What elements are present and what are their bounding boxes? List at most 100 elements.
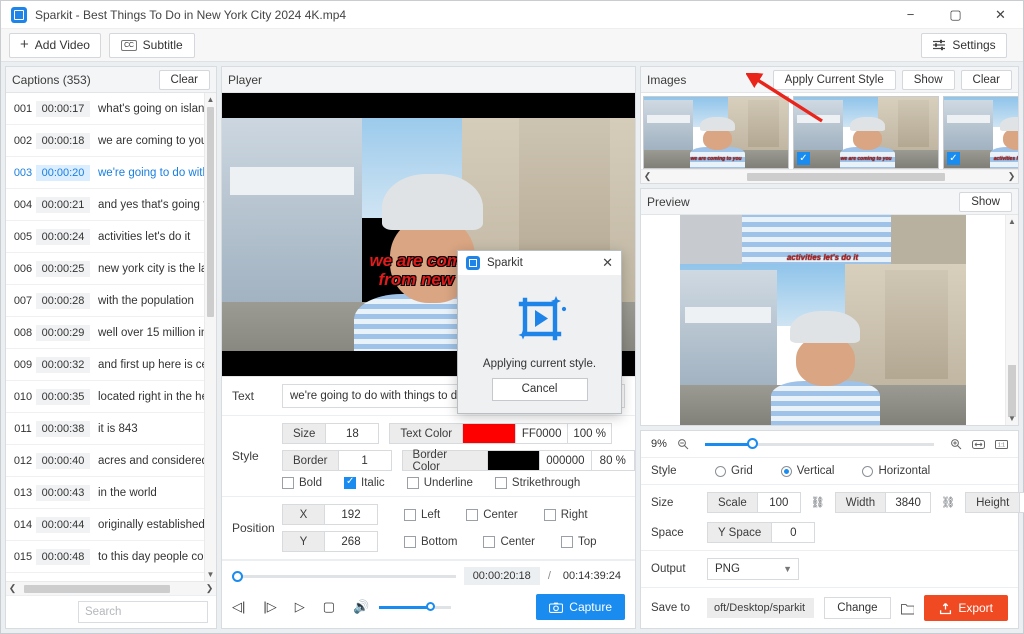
zoom-slider-knob[interactable] (747, 438, 758, 449)
images-horizontal-scrollbar[interactable]: ❮ ❯ (641, 169, 1018, 183)
caption-row[interactable]: 01500:00:48to this day people come (6, 541, 204, 573)
settings-button[interactable]: Settings (921, 33, 1007, 58)
scrollbar-thumb[interactable] (207, 107, 214, 317)
caption-row[interactable]: 00500:00:24activities let's do it (6, 221, 204, 253)
style-option-grid[interactable]: Grid (715, 465, 753, 477)
caption-row[interactable]: 01300:00:43in the world (6, 477, 204, 509)
text-color-hex[interactable]: FF0000 (515, 424, 567, 443)
link-icon-2[interactable]: ⛓ (941, 496, 955, 509)
maximize-button[interactable]: ▢ (933, 1, 978, 29)
bold-checkbox[interactable]: Bold (282, 477, 322, 489)
scale-field[interactable]: Scale 100 (707, 492, 801, 513)
size-value[interactable]: 18 (326, 424, 378, 443)
height-field[interactable]: Height 12960 (965, 492, 1024, 513)
align-center-v-checkbox[interactable]: Center (483, 536, 535, 548)
y-space-field[interactable]: Y Space 0 (707, 522, 815, 543)
preview-show-button[interactable]: Show (959, 192, 1012, 212)
seek-knob[interactable] (232, 571, 243, 582)
strikethrough-checkbox[interactable]: Strikethrough (495, 477, 580, 489)
scroll-down-icon[interactable]: ▼ (205, 568, 216, 581)
thumbnail-strip[interactable]: we are coming to youwe are coming to you… (641, 93, 1018, 169)
scroll-up-icon[interactable]: ▲ (205, 93, 216, 106)
thumbnail-checkbox[interactable]: ✓ (947, 152, 960, 165)
capture-button[interactable]: Capture (536, 594, 625, 620)
border-color-opacity[interactable]: 80 % (591, 451, 634, 470)
preview-scrollbar[interactable]: ▲ ▼ (1005, 215, 1018, 425)
captions-clear-button[interactable]: Clear (159, 70, 210, 90)
border-field[interactable]: Border 1 (282, 450, 392, 471)
volume-icon[interactable]: 🔊 (353, 599, 369, 615)
height-value[interactable]: 12960 (1020, 493, 1024, 512)
step-forward-icon[interactable]: |▷ (263, 599, 276, 615)
caption-row[interactable]: 00300:00:20we're going to do with th (6, 157, 204, 189)
add-video-button[interactable]: + Add Video (9, 33, 101, 58)
seek-slider[interactable] (232, 575, 456, 578)
align-top-checkbox[interactable]: Top (561, 536, 597, 548)
images-clear-button[interactable]: Clear (961, 70, 1012, 90)
preview-body[interactable]: activities let's do it ▲ ▼ (641, 215, 1018, 425)
x-value[interactable]: 192 (325, 505, 377, 524)
text-color-swatch[interactable] (463, 424, 515, 443)
align-center-h-checkbox[interactable]: Center (466, 509, 518, 521)
images-scroll-right-icon[interactable]: ❯ (1005, 171, 1018, 182)
preview-scroll-down-icon[interactable]: ▼ (1006, 412, 1018, 425)
y-space-value[interactable]: 0 (772, 523, 814, 542)
stop-icon[interactable]: ▢ (323, 599, 335, 615)
border-color-field[interactable]: Border Color 000000 80 % (402, 450, 635, 471)
zoom-slider[interactable] (705, 443, 934, 446)
folder-icon[interactable] (901, 602, 915, 615)
step-back-icon[interactable]: ◁| (232, 599, 245, 615)
images-show-button[interactable]: Show (902, 70, 955, 90)
caption-row[interactable]: 00700:00:28with the population (6, 285, 204, 317)
align-bottom-checkbox[interactable]: Bottom (404, 536, 457, 548)
actual-size-icon[interactable]: 1:1 (995, 439, 1008, 450)
text-color-field[interactable]: Text Color FF0000 100 % (389, 423, 612, 444)
align-left-checkbox[interactable]: Left (404, 509, 440, 521)
caption-row[interactable]: 01100:00:38it is 843 (6, 413, 204, 445)
output-format-select[interactable]: PNG ▼ (707, 558, 799, 580)
captions-list[interactable]: 00100:00:17what's going on island h00200… (6, 93, 204, 581)
caption-row[interactable]: 01600:00:50to central park to escape (6, 573, 204, 581)
link-icon-1[interactable]: ⛓ (811, 496, 825, 509)
italic-checkbox[interactable]: Italic (344, 477, 385, 489)
zoom-out-icon[interactable] (677, 438, 689, 450)
hscrollbar-thumb[interactable] (24, 585, 170, 593)
fit-width-icon[interactable] (972, 439, 985, 450)
style-option-vertical[interactable]: Vertical (781, 465, 835, 477)
preview-scrollbar-thumb[interactable] (1008, 365, 1016, 417)
align-right-checkbox[interactable]: Right (544, 509, 588, 521)
image-thumbnail[interactable]: we are coming to you (643, 96, 789, 169)
search-wrapper[interactable] (78, 601, 208, 623)
close-button[interactable]: ✕ (978, 1, 1023, 29)
change-path-button[interactable]: Change (824, 597, 890, 619)
apply-current-style-button[interactable]: Apply Current Style (773, 70, 896, 90)
y-value[interactable]: 268 (325, 532, 377, 551)
caption-row[interactable]: 01000:00:35located right in the heart (6, 381, 204, 413)
border-value[interactable]: 1 (339, 451, 391, 470)
caption-row[interactable]: 01400:00:44originally established for (6, 509, 204, 541)
x-field[interactable]: X 192 (282, 504, 378, 525)
width-value[interactable]: 3840 (886, 493, 930, 512)
width-field[interactable]: Width 3840 (835, 492, 931, 513)
style-option-horizontal[interactable]: Horizontal (862, 465, 930, 477)
caption-row[interactable]: 00800:00:29well over 15 million in the (6, 317, 204, 349)
play-icon[interactable]: ▷ (295, 599, 305, 615)
subtitle-button[interactable]: CC Subtitle (109, 33, 195, 58)
caption-row[interactable]: 00100:00:17what's going on island h (6, 93, 204, 125)
scroll-left-icon[interactable]: ❮ (6, 583, 19, 594)
caption-row[interactable]: 00400:00:21and yes that's going to in (6, 189, 204, 221)
preview-scroll-up-icon[interactable]: ▲ (1006, 215, 1018, 228)
size-field[interactable]: Size 18 (282, 423, 379, 444)
captions-vertical-scrollbar[interactable]: ▲ ▼ (204, 93, 216, 581)
dialog-cancel-button[interactable]: Cancel (492, 378, 588, 401)
border-color-hex[interactable]: 000000 (539, 451, 590, 470)
border-color-swatch[interactable] (488, 451, 539, 470)
caption-row[interactable]: 01200:00:40acres and considered one (6, 445, 204, 477)
minimize-button[interactable]: − (888, 1, 933, 29)
text-color-opacity[interactable]: 100 % (567, 424, 611, 443)
caption-row[interactable]: 00900:00:32and first up here is centra (6, 349, 204, 381)
zoom-in-icon[interactable] (950, 438, 962, 450)
export-button[interactable]: Export (924, 595, 1008, 621)
volume-slider[interactable] (379, 606, 451, 609)
images-scroll-left-icon[interactable]: ❮ (641, 171, 654, 182)
